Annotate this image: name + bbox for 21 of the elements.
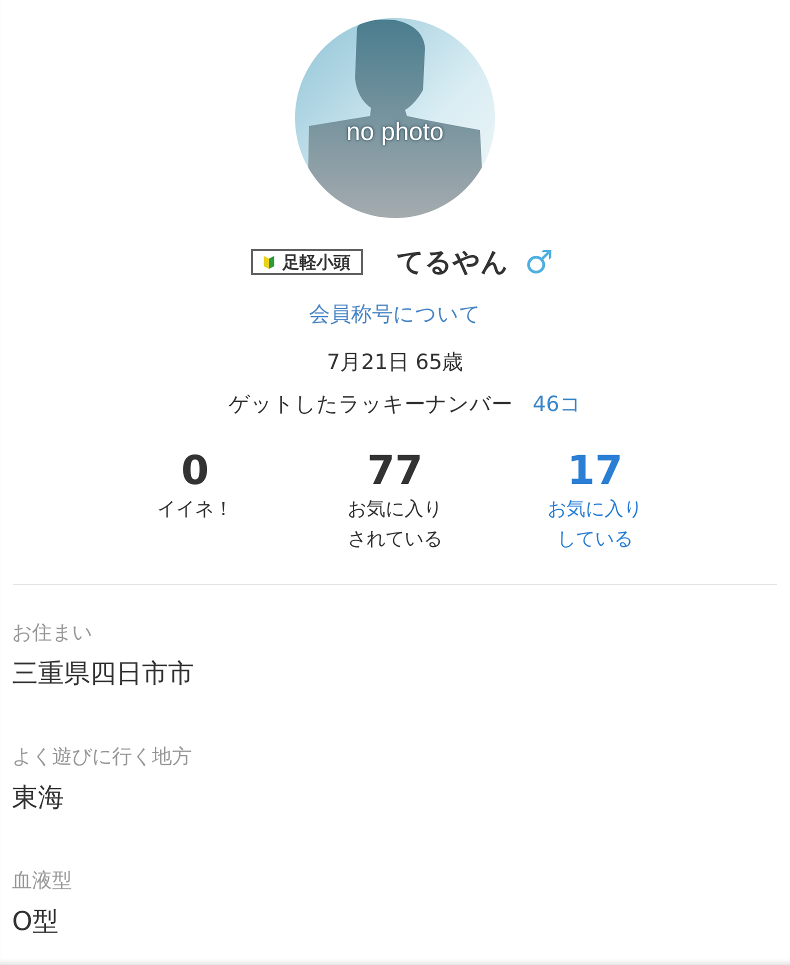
lucky-number-count[interactable]: 46コ	[532, 390, 582, 418]
field-value: O型	[12, 906, 60, 939]
field-label: お住まい	[12, 619, 93, 646]
stat-label[interactable]: お気に入り している	[548, 494, 642, 554]
title-badge: 足軽小頭	[250, 249, 363, 275]
field-value: 三重県四日市市	[12, 658, 195, 691]
beginner-mark-icon	[262, 254, 275, 270]
stat-label: イイネ！	[157, 497, 233, 522]
title-info-link[interactable]: 会員称号について	[309, 300, 481, 328]
stat-count[interactable]: 17	[567, 448, 623, 494]
stat-label: お気に入り されている	[348, 497, 442, 552]
stat-count: 77	[367, 448, 423, 494]
gender-symbol: ♂	[524, 246, 554, 278]
birthday-age: 7月21日 65歳	[326, 349, 464, 376]
user-name: てるやん	[396, 246, 509, 280]
stat-count: 0	[181, 448, 209, 494]
field-label: 血液型	[12, 867, 73, 894]
field-value: 東海	[12, 782, 65, 815]
lucky-number-label: ゲットしたラッキーナンバー	[228, 391, 513, 418]
avatar-caption: no photo	[345, 118, 445, 147]
field-label: よく遊びに行く地方	[12, 743, 193, 770]
